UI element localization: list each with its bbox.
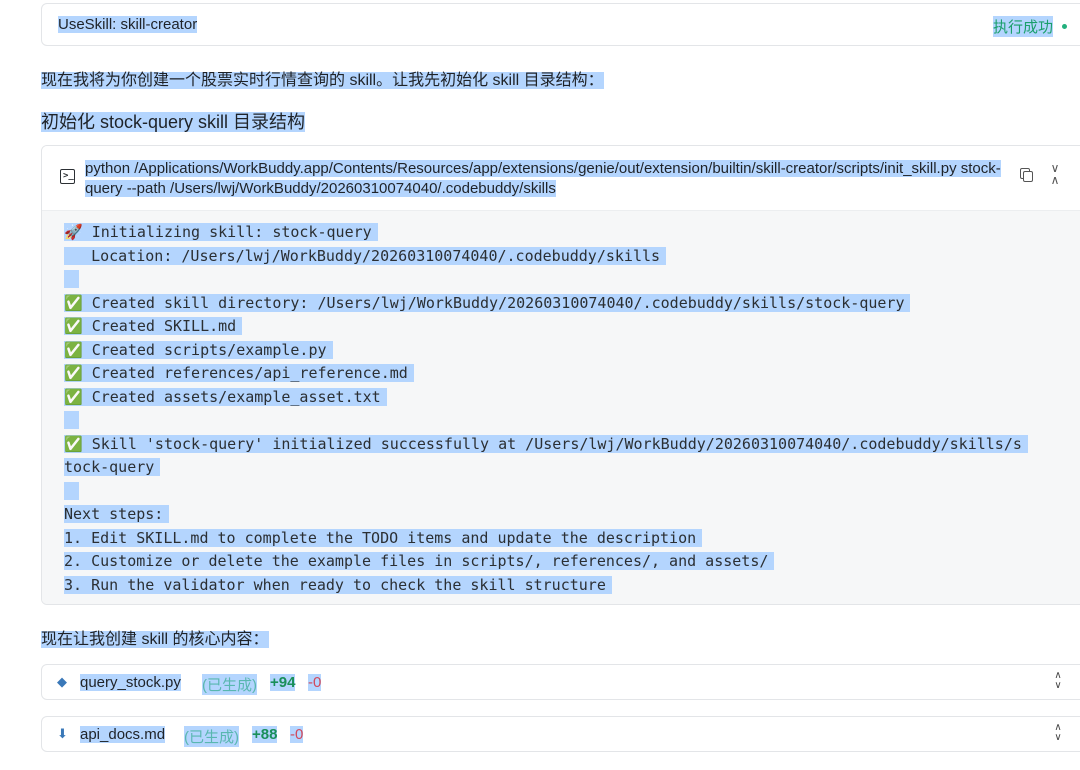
file-name: query_stock.py <box>80 674 181 691</box>
markdown-file-icon: ⬇ <box>57 726 68 741</box>
next-message-text: 现在让我创建 skill 的核心内容： <box>41 631 269 648</box>
file-added-lines: +94 <box>270 674 296 691</box>
terminal-output-line-text: Location: /Users/lwj/WorkBuddy/202603100… <box>64 246 667 265</box>
tool-call-card[interactable]: UseSkill: skill-creator 执行成功 <box>41 3 1080 46</box>
copy-icon[interactable] <box>1020 168 1033 182</box>
python-file-icon: ◆ <box>57 674 67 689</box>
terminal-output-line-text: ✅ Skill 'stock-query' initialized succes… <box>64 434 1028 453</box>
expand-chevron-icon[interactable]: ∧ ∨ <box>1052 671 1064 693</box>
terminal-icon: >_ <box>60 169 75 184</box>
tool-call-status: 执行成功 <box>993 16 1054 37</box>
terminal-output-line-text: 3. Run the validator when ready to check… <box>64 575 612 594</box>
terminal-output-line-text: ✅ Created references/api_reference.md <box>64 364 414 382</box>
terminal-output-line: Location: /Users/lwj/WorkBuddy/202603100… <box>64 245 1028 269</box>
terminal-output-line: 2. Customize or delete the example files… <box>64 550 1028 574</box>
intro-message: 现在我将为你创建一个股票实时行情查询的 skill。让我先初始化 skill 目… <box>41 66 604 90</box>
terminal-output: 🚀 Initializing skill: stock-query Locati… <box>42 211 1080 604</box>
terminal-output-lines: 🚀 Initializing skill: stock-query Locati… <box>64 221 1028 597</box>
terminal-output-line: 3. Run the validator when ready to check… <box>64 574 1028 598</box>
tool-call-title: UseSkill: skill-creator <box>58 16 198 33</box>
file-status: (已生成) <box>184 726 239 747</box>
terminal-command-text: python /Applications/WorkBuddy.app/Conte… <box>85 160 1001 197</box>
terminal-output-line-text: 🚀 Initializing skill: stock-query <box>64 223 378 241</box>
terminal-output-line-text <box>64 481 80 500</box>
file-added-lines: +88 <box>252 726 278 743</box>
intro-message-text: 现在我将为你创建一个股票实时行情查询的 skill。让我先初始化 skill 目… <box>41 72 604 89</box>
file-card-query-stock[interactable]: ◆ query_stock.py (已生成) +94 -0 ∧ ∨ <box>41 664 1080 700</box>
terminal-output-line-text: ✅ Created skill directory: /Users/lwj/Wo… <box>64 293 911 312</box>
terminal-output-line: ✅ Created assets/example_asset.txt <box>64 386 1028 410</box>
step-heading-text: 初始化 stock-query skill 目录结构 <box>41 112 306 132</box>
terminal-output-line <box>64 268 1028 292</box>
terminal-output-line: ✅ Created references/api_reference.md <box>64 362 1028 386</box>
terminal-output-line: 🚀 Initializing skill: stock-query <box>64 221 1028 245</box>
step-heading: 初始化 stock-query skill 目录结构 <box>41 108 306 134</box>
terminal-output-line <box>64 480 1028 504</box>
terminal-output-line-text: ✅ Created SKILL.md <box>64 317 243 335</box>
terminal-output-line-text: ✅ Created scripts/example.py <box>64 340 333 359</box>
terminal-output-line: ✅ Created skill directory: /Users/lwj/Wo… <box>64 292 1028 316</box>
terminal-output-line-text: tock-query <box>64 458 161 476</box>
file-removed-lines: -0 <box>290 726 304 743</box>
terminal-output-line: 1. Edit SKILL.md to complete the TODO it… <box>64 527 1028 551</box>
terminal-card: >_ python /Applications/WorkBuddy.app/Co… <box>41 145 1080 605</box>
file-removed-lines: -0 <box>308 674 322 691</box>
terminal-output-line: ✅ Created SKILL.md <box>64 315 1028 339</box>
terminal-output-line-text <box>64 411 80 429</box>
terminal-output-line-text: 2. Customize or delete the example files… <box>64 552 775 570</box>
terminal-output-line: Next steps: <box>64 503 1028 527</box>
terminal-output-line <box>64 409 1028 433</box>
terminal-output-line-text <box>64 270 80 288</box>
collapse-chevron-icon[interactable]: ∨ ∧ <box>1048 162 1062 190</box>
file-name: api_docs.md <box>80 726 166 743</box>
terminal-output-line: ✅ Created scripts/example.py <box>64 339 1028 363</box>
file-card-api-docs[interactable]: ⬇ api_docs.md (已生成) +88 -0 ∧ ∨ <box>41 716 1080 752</box>
expand-chevron-icon[interactable]: ∧ ∨ <box>1052 723 1064 745</box>
terminal-output-line-text: ✅ Created assets/example_asset.txt <box>64 387 387 406</box>
terminal-output-line: tock-query <box>64 456 1028 480</box>
terminal-output-line-text: Next steps: <box>64 505 170 523</box>
file-status: (已生成) <box>202 674 257 695</box>
terminal-output-line-text: 1. Edit SKILL.md to complete the TODO it… <box>64 528 703 547</box>
terminal-header[interactable]: >_ python /Applications/WorkBuddy.app/Co… <box>42 146 1080 211</box>
next-message: 现在让我创建 skill 的核心内容： <box>41 625 269 649</box>
terminal-output-line: ✅ Skill 'stock-query' initialized succes… <box>64 433 1028 457</box>
terminal-command: python /Applications/WorkBuddy.app/Conte… <box>85 159 1005 199</box>
status-dot-icon <box>1062 24 1067 29</box>
